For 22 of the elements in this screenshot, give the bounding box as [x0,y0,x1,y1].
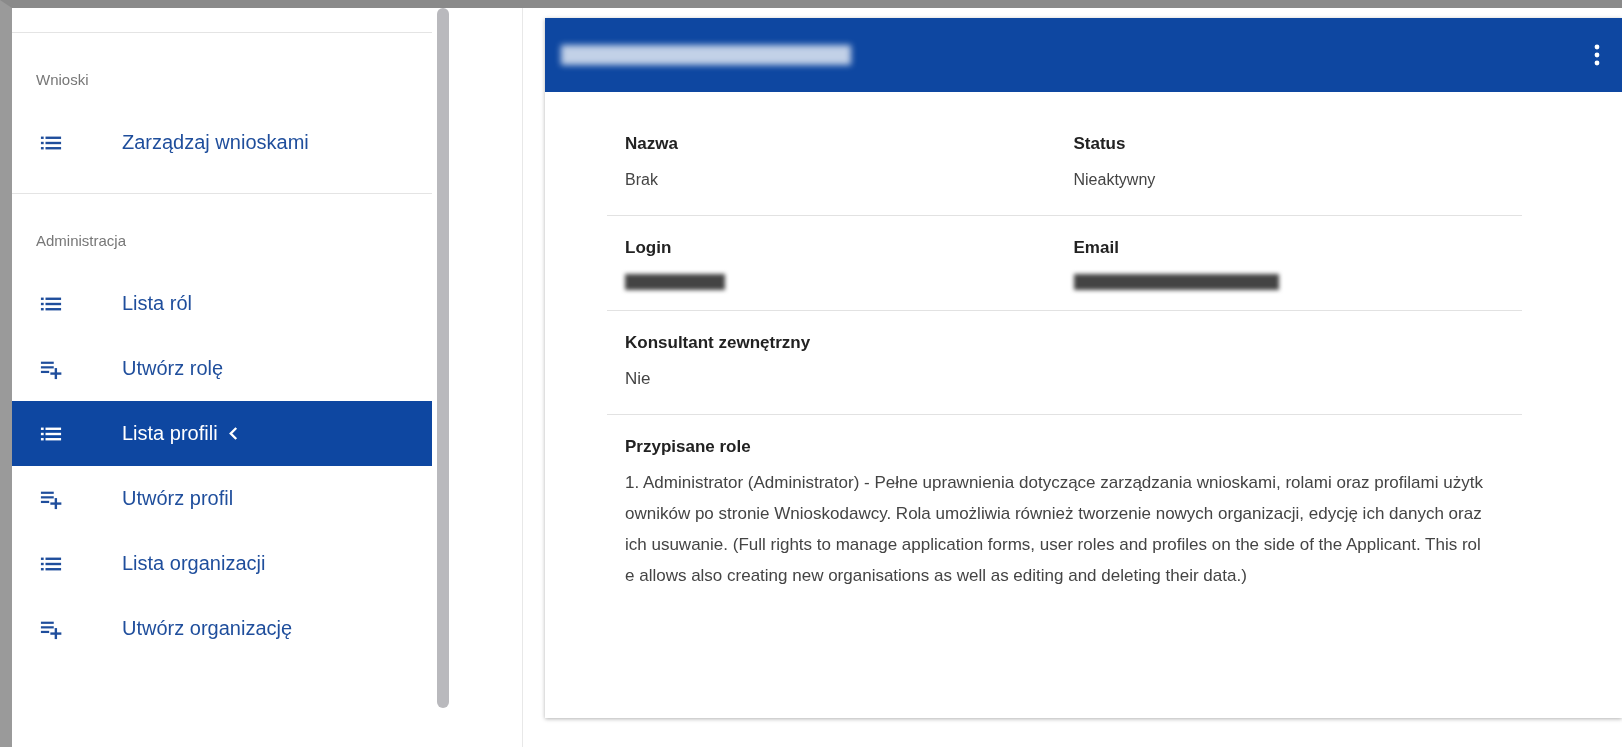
sidebar-item[interactable]: Zarządzaj wnioskami [12,110,432,175]
field-label: Nazwa [625,134,679,154]
scrollbar-thumb[interactable] [437,8,449,708]
more-menu-icon[interactable] [1594,44,1600,66]
field-label: Email [1073,238,1120,258]
sidebar-item[interactable]: Utwórz profil [12,466,432,531]
sidebar-item[interactable]: Utwórz rolę [12,336,432,401]
field-label: Login [625,238,673,258]
field-value: Nie [625,368,652,390]
field-value: Nieaktywny [1073,170,1157,190]
field-label: Status [1073,134,1127,154]
section-label: Administracja [35,232,128,249]
sidebar-item[interactable]: Lista ról [12,271,432,336]
field-label: Przypisane role [625,437,752,457]
field-label: Konsultant zewnętrzny [625,333,812,353]
section-label: Wnioski [35,71,90,88]
chevron-left-icon [227,426,239,441]
sidebar-item[interactable]: Lista organizacji [12,531,432,596]
field-value: 1. Administrator (Administrator) - Pełne uprawnienia dotyczące zarządzania wnioskami, rolami oraz profilami użytkowników po stronie Wnioskodawcy. Rola umożliwia również tworzenie nowych organizacji, edycję ich danych oraz ich usuwanie. (Full rights to manage application forms, user roles and profiles on the side of the Applicant. This role allows also creating new organisations as well as editing and deleting their data.) [625,472,1484,587]
field-value: Brak [625,170,659,190]
sidebar-item[interactable]: Lista profili [12,401,432,466]
sidebar-item[interactable]: Utwórz organizację [12,596,432,661]
